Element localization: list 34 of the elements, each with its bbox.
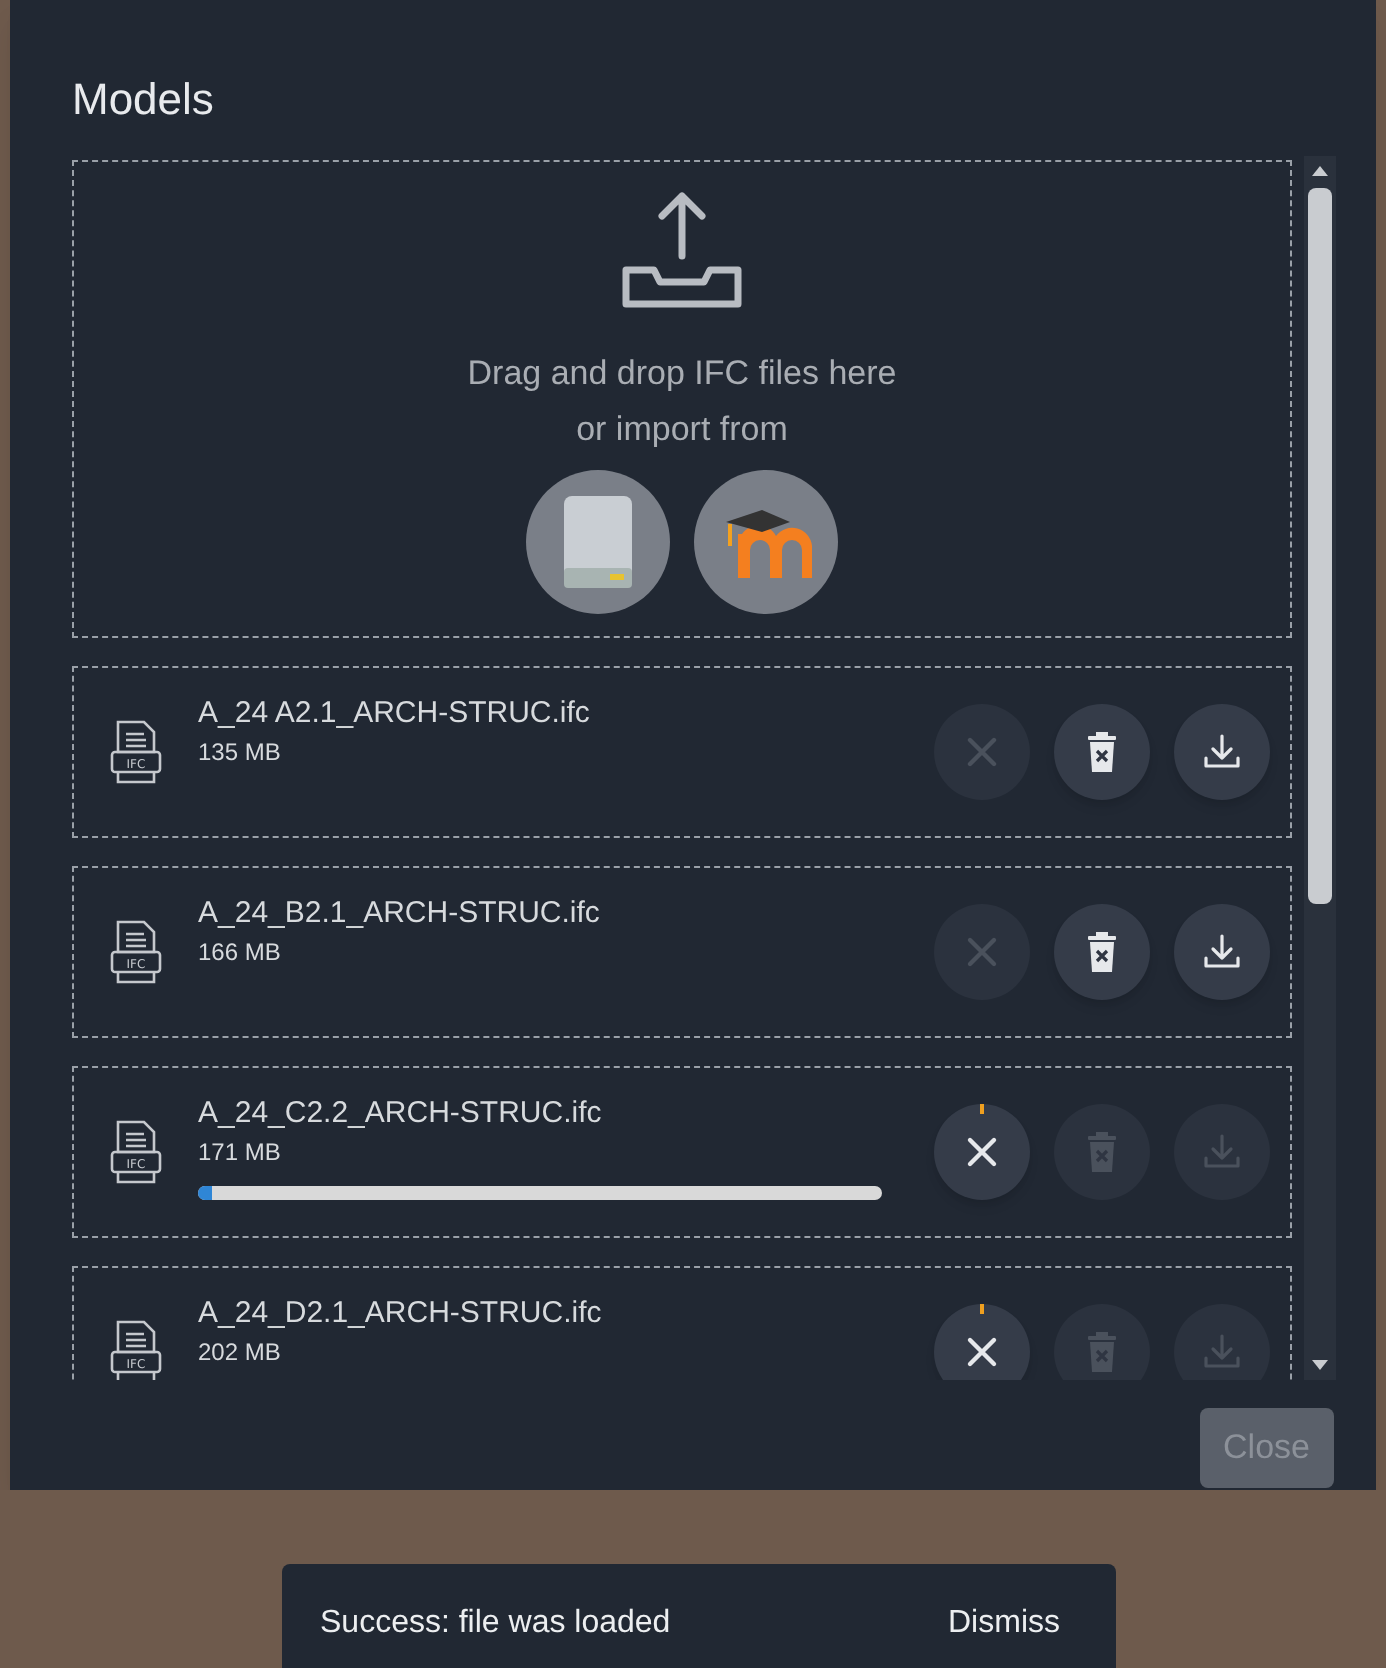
cancel-button[interactable] [934, 1304, 1030, 1380]
close-icon [964, 1134, 1000, 1170]
file-size: 166 MB [198, 936, 283, 970]
delete-button[interactable] [1054, 704, 1150, 800]
trash-icon [1086, 932, 1118, 972]
drive-icon [564, 496, 632, 588]
file-name: A_24_C2.2_ARCH-STRUC.ifc [198, 1094, 604, 1134]
download-button[interactable] [1174, 904, 1270, 1000]
download-icon [1202, 1132, 1242, 1172]
close-icon [964, 1334, 1000, 1370]
trash-icon [1086, 1132, 1118, 1172]
cancel-button[interactable] [934, 1104, 1030, 1200]
drop-zone[interactable]: Drag and drop IFC files here or import from [72, 160, 1292, 638]
close-icon [964, 934, 1000, 970]
download-icon [1202, 732, 1242, 772]
toast-message: Success: file was loaded [320, 1604, 671, 1644]
download-icon [1202, 1332, 1242, 1372]
dialog-title: Models [72, 72, 216, 128]
download-icon [1202, 932, 1242, 972]
dropzone-text: Drag and drop IFC files here [467, 352, 897, 396]
file-name: A_24 A2.1_ARCH-STRUC.ifc [198, 694, 592, 734]
file-size: 135 MB [198, 736, 283, 770]
close-icon [964, 734, 1000, 770]
file-name: A_24_B2.1_ARCH-STRUC.ifc [198, 894, 602, 934]
upload-icon [620, 190, 744, 314]
file-size: 202 MB [198, 1336, 283, 1370]
dropzone-text: or import from [576, 408, 788, 452]
file-name: A_24_D2.1_ARCH-STRUC.ifc [198, 1294, 604, 1334]
file-size: 171 MB [198, 1136, 283, 1170]
trash-icon [1086, 1332, 1118, 1372]
download-button[interactable] [1174, 704, 1270, 800]
trash-icon [1086, 732, 1118, 772]
dismiss-button[interactable]: Dismiss [948, 1600, 1060, 1648]
delete-button[interactable] [1054, 904, 1150, 1000]
